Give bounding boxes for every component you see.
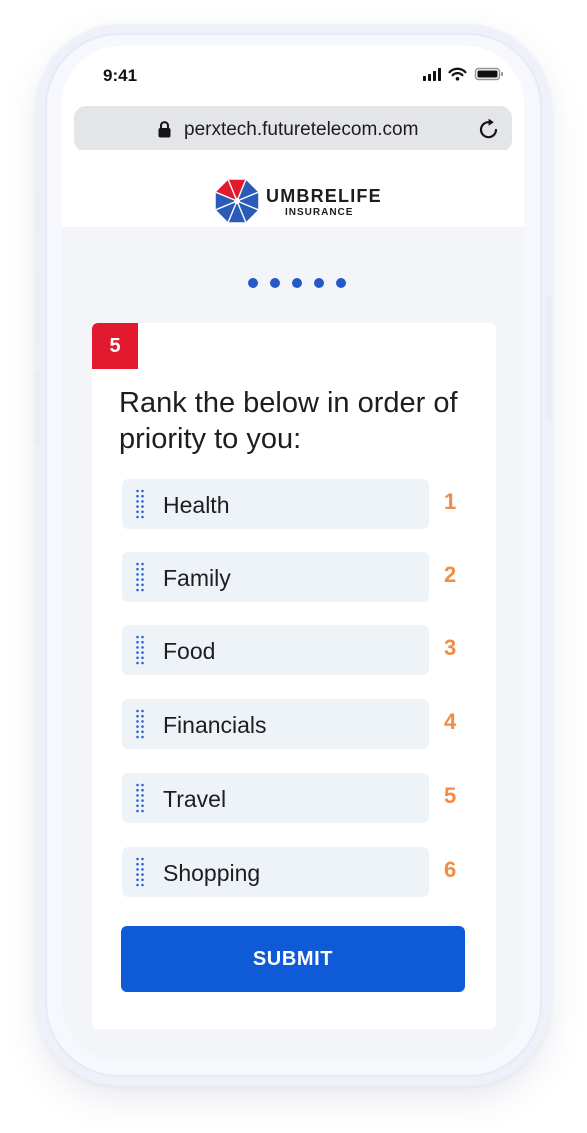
status-time: 9:41 xyxy=(103,66,138,85)
drag-handle-icon[interactable] xyxy=(136,857,144,887)
rank-row: Health 1 xyxy=(122,479,466,529)
question-number-badge: 5 xyxy=(92,323,138,369)
rank-number: 5 xyxy=(444,783,457,808)
rank-item-label: Food xyxy=(163,638,216,664)
brand-name: UMBRELIFE xyxy=(266,186,382,206)
progress-dot xyxy=(314,278,324,288)
drag-handle-icon[interactable] xyxy=(136,709,144,739)
rank-item-label: Shopping xyxy=(163,860,261,886)
rank-number: 6 xyxy=(444,857,457,882)
rank-item-label: Financials xyxy=(163,712,267,738)
status-bar: 9:41 xyxy=(62,46,524,104)
drag-handle-icon[interactable] xyxy=(136,635,144,665)
question-card: 5 Rank the below in order of priority to… xyxy=(92,323,496,1029)
progress-dot xyxy=(292,278,302,288)
drag-handle-icon[interactable] xyxy=(136,562,144,592)
drag-handle-icon[interactable] xyxy=(136,489,144,519)
url-text: perxtech.futuretelecom.com xyxy=(184,119,419,140)
rank-number: 4 xyxy=(444,709,457,734)
brand-subtitle: INSURANCE xyxy=(285,207,354,218)
url-field[interactable]: perxtech.futuretelecom.com xyxy=(74,106,512,152)
rank-row: Financials 4 xyxy=(122,699,466,749)
phone-power-button xyxy=(547,295,552,420)
rank-item[interactable]: Financials xyxy=(122,699,429,749)
phone-volume-up-button xyxy=(35,270,40,346)
rank-number: 3 xyxy=(444,635,457,660)
status-icons xyxy=(423,67,503,81)
rank-item-label: Family xyxy=(163,565,231,591)
rank-item[interactable]: Health xyxy=(122,479,429,529)
signal-icon xyxy=(423,68,441,81)
rank-row: Family 2 xyxy=(122,552,466,602)
phone-screen: 9:41 perxtech.futuretelecom.com UMBRELIF… xyxy=(62,46,524,1061)
rank-item-label: Health xyxy=(163,492,230,518)
lock-icon xyxy=(158,121,171,138)
question-text: Rank the below in order of priority to y… xyxy=(119,387,458,455)
progress-dot xyxy=(248,278,258,288)
rank-row: Food 3 xyxy=(122,625,466,675)
phone-volume-down-button xyxy=(35,370,40,446)
rank-item[interactable]: Family xyxy=(122,552,429,602)
umbrella-logo-icon xyxy=(215,179,259,223)
progress-dot xyxy=(336,278,346,288)
reload-icon[interactable] xyxy=(478,118,500,140)
rank-item[interactable]: Travel xyxy=(122,773,429,823)
rank-row: Travel 5 xyxy=(122,773,466,823)
progress-dot xyxy=(270,278,280,288)
wifi-icon xyxy=(448,67,467,81)
progress-dots xyxy=(248,278,346,288)
rank-row: Shopping 6 xyxy=(122,847,466,897)
phone-side-button xyxy=(35,190,40,234)
submit-button[interactable]: SUBMIT xyxy=(121,926,465,992)
rank-item[interactable]: Food xyxy=(122,625,429,675)
drag-handle-icon[interactable] xyxy=(136,783,144,813)
battery-icon xyxy=(474,67,503,81)
rank-number: 1 xyxy=(444,489,457,514)
rank-item[interactable]: Shopping xyxy=(122,847,429,897)
rank-number: 2 xyxy=(444,562,457,587)
rank-item-label: Travel xyxy=(163,786,227,812)
